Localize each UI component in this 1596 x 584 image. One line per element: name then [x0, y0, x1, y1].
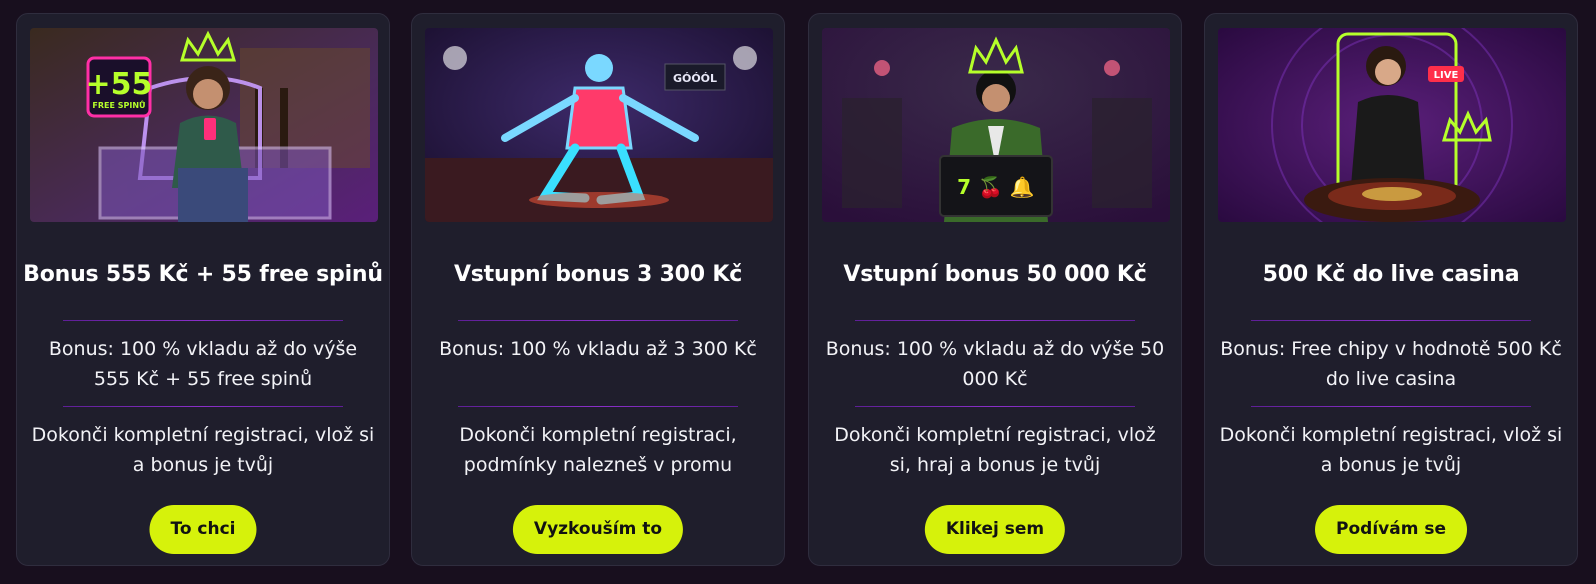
cta-button-klikej-sem[interactable]: Klikej sem: [924, 505, 1066, 554]
divider: [458, 406, 738, 407]
roulette-icon: [1304, 178, 1480, 222]
offer-condition-text: Dokonči kompletní registraci, vlož si a …: [31, 424, 375, 476]
offer-title: Vstupní bonus 50 000 Kč: [843, 262, 1147, 287]
live-badge: LIVE: [1434, 70, 1459, 81]
offer-bonus-text: Bonus: 100 % vkladu až do výše 555 Kč + …: [48, 338, 358, 390]
offer-condition-text: Dokonči kompletní registraci, podmínky n…: [459, 424, 737, 476]
offer-title: Bonus 555 Kč + 55 free spinů: [23, 262, 383, 287]
offer-card-welcome-3300: GÓÓÓL Vstupní bonus 3 300 Kč Bonus: 100 …: [411, 13, 785, 566]
badge-number: +55: [86, 67, 153, 102]
offer-title: Vstupní bonus 3 300 Kč: [453, 262, 743, 287]
stadium-screen-text: GÓÓÓL: [673, 72, 717, 85]
offer-bonus-text: Bonus: 100 % vkladu až do výše 50 000 Kč: [825, 338, 1165, 390]
offer-card-live-casino: LIVE 500 Kč do live casina Bonus: Free c…: [1204, 13, 1578, 566]
divider: [63, 320, 343, 321]
divider: [1251, 320, 1531, 321]
offer-condition-text: Dokonči kompletní registraci, vlož si, h…: [834, 424, 1156, 476]
slot-symbols-icon: 7 🍒 🔔: [957, 175, 1035, 199]
case-symbols: 7 🍒 🔔: [957, 175, 1035, 199]
offer-title: 500 Kč do live casina: [1262, 262, 1520, 287]
divider: [458, 320, 738, 321]
promo-offers-row: +55 FREE SPINŮ Bonus 555 Kč + 55 free sp…: [0, 0, 1596, 584]
cta-button-to-chci[interactable]: To chci: [149, 505, 257, 554]
cta-button-podivam-se[interactable]: Podívám se: [1315, 505, 1467, 554]
offer-image-free-spins: +55 FREE SPINŮ: [30, 28, 378, 222]
cta-button-vyzkousim-to[interactable]: Vyzkouším to: [512, 505, 684, 554]
offer-condition-text: Dokonči kompletní registraci, vlož si a …: [1219, 424, 1563, 476]
divider: [1251, 406, 1531, 407]
divider: [63, 406, 343, 407]
offer-card-free-spins: +55 FREE SPINŮ Bonus 555 Kč + 55 free sp…: [16, 13, 390, 566]
offer-image-casino-case: 7 🍒 🔔: [822, 28, 1170, 222]
divider: [855, 406, 1135, 407]
badge-text: FREE SPINŮ: [92, 99, 145, 110]
divider: [855, 320, 1135, 321]
offer-bonus-text: Bonus: Free chipy v hodnotě 500 Kč do li…: [1220, 338, 1562, 390]
offer-bonus-text: Bonus: 100 % vkladu až 3 300 Kč: [439, 338, 757, 360]
offer-image-football: GÓÓÓL: [425, 28, 773, 222]
offer-card-welcome-50000: 7 🍒 🔔 Vstupní bonus 50 000 Kč Bonus: 100…: [808, 13, 1182, 566]
offer-image-live-casino: LIVE: [1218, 28, 1566, 222]
